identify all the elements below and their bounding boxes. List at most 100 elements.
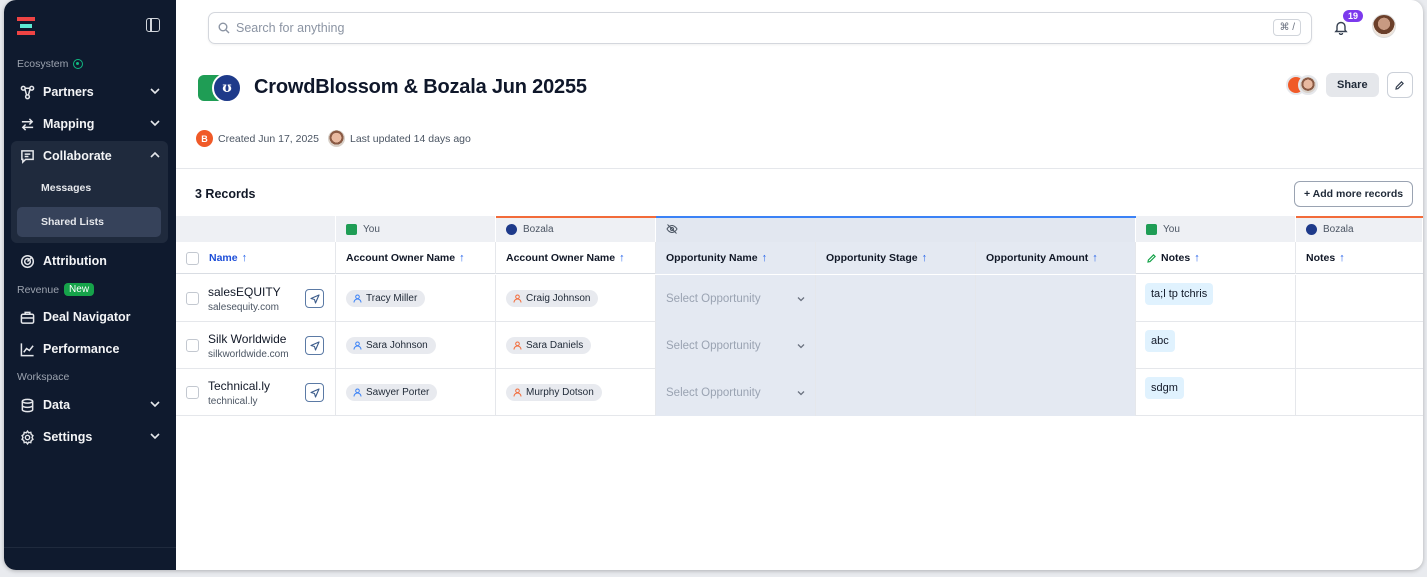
sidebar-item-label: Settings: [43, 430, 93, 444]
sidebar-item-shared-lists[interactable]: Shared Lists: [17, 207, 161, 237]
column-label: Account Owner Name: [506, 252, 616, 264]
column-header-opportunity-name[interactable]: Opportunity Name ↑: [656, 242, 816, 274]
notification-badge: 19: [1343, 10, 1364, 22]
opportunity-stage-cell[interactable]: [816, 322, 976, 369]
sort-arrow-icon[interactable]: ↑: [1092, 252, 1098, 264]
column-header-opportunity-amount[interactable]: Opportunity Amount ↑: [976, 242, 1136, 274]
sidebar-item-messages[interactable]: Messages: [17, 173, 161, 203]
sidebar-item-attribution[interactable]: Attribution: [11, 246, 167, 276]
opportunity-select[interactable]: Select Opportunity: [666, 387, 806, 399]
person-icon: [513, 388, 522, 397]
eye-off-icon[interactable]: [666, 223, 678, 235]
column-header-account-owner-bozala[interactable]: Account Owner Name ↑: [496, 242, 656, 274]
select-all-checkbox[interactable]: [186, 251, 199, 265]
chevron-down-icon: [150, 120, 160, 127]
attribution-icon: [19, 253, 35, 269]
opportunity-select[interactable]: Select Opportunity: [666, 293, 806, 305]
column-header-name[interactable]: Name ↑: [176, 242, 336, 274]
sidebar-item-partners[interactable]: Partners: [11, 77, 167, 107]
send-button[interactable]: [305, 336, 324, 355]
account-name[interactable]: Technical.ly: [208, 379, 270, 393]
table-row: Silk Worldwide silkworldwide.com Sara Jo…: [176, 322, 1423, 369]
search-bar[interactable]: Search for anything ⌘ /: [208, 12, 1312, 44]
send-icon: [309, 387, 320, 398]
sidebar-toggle-icon[interactable]: [146, 18, 160, 32]
notes-bozala-cell[interactable]: [1296, 369, 1423, 416]
opportunity-stage-cell[interactable]: [816, 275, 976, 322]
note-text[interactable]: ta;l tp tchris: [1145, 283, 1214, 305]
sidebar-item-settings[interactable]: Settings: [11, 422, 167, 452]
row-checkbox[interactable]: [186, 292, 199, 305]
collaborator-avatars: [1286, 75, 1318, 95]
column-header-notes-you[interactable]: Notes ↑: [1136, 242, 1296, 274]
owner-name: Sara Johnson: [366, 340, 428, 351]
page-title: CrowdBlossom & Bozala Jun 20255: [254, 76, 587, 98]
add-more-records-button[interactable]: + Add more records: [1294, 181, 1414, 207]
deal-navigator-icon: [19, 309, 35, 325]
opportunity-name-cell[interactable]: Select Opportunity: [656, 275, 816, 322]
data-icon: [19, 397, 35, 413]
opportunity-stage-cell[interactable]: [816, 369, 976, 416]
notes-bozala-cell[interactable]: [1296, 275, 1423, 322]
section-workspace-label: Workspace: [17, 371, 70, 383]
sidebar-item-performance[interactable]: Performance: [11, 334, 167, 364]
user-avatar[interactable]: [1372, 14, 1396, 38]
owner-pill[interactable]: Craig Johnson: [506, 290, 599, 307]
opportunity-amount-cell[interactable]: [976, 369, 1136, 416]
owner-pill[interactable]: Tracy Miller: [346, 290, 426, 307]
sort-arrow-icon[interactable]: ↑: [922, 252, 928, 264]
records-count: 3 Records: [195, 187, 256, 201]
edit-button[interactable]: [1386, 72, 1413, 98]
owner-pill[interactable]: Sawyer Porter: [346, 384, 438, 401]
column-label: Name: [209, 252, 238, 264]
notes-you-cell[interactable]: ta;l tp tchris: [1136, 275, 1296, 322]
send-button[interactable]: [305, 383, 324, 402]
column-header-opportunity-stage[interactable]: Opportunity Stage ↑: [816, 242, 976, 274]
sort-arrow-icon[interactable]: ↑: [1194, 252, 1200, 264]
opportunity-select[interactable]: Select Opportunity: [666, 340, 806, 352]
crowdblossom-logo-icon: [346, 223, 357, 235]
logo-icon[interactable]: [17, 17, 35, 35]
bozala-accent-line: [1296, 216, 1423, 218]
note-text[interactable]: abc: [1145, 330, 1175, 352]
sidebar-item-data[interactable]: Data: [11, 390, 167, 420]
opportunity-name-cell[interactable]: Select Opportunity: [656, 322, 816, 369]
account-name[interactable]: salesEQUITY: [208, 285, 281, 299]
sidebar-item-collaborate[interactable]: Collaborate: [11, 141, 167, 171]
send-icon: [309, 293, 320, 304]
notes-you-cell[interactable]: sdgm: [1136, 369, 1296, 416]
note-text[interactable]: sdgm: [1145, 377, 1184, 399]
opportunity-amount-cell[interactable]: [976, 322, 1136, 369]
share-button[interactable]: Share: [1326, 73, 1379, 97]
row-checkbox[interactable]: [186, 386, 199, 399]
pencil-icon: [1147, 253, 1156, 263]
account-name[interactable]: Silk Worldwide: [208, 332, 289, 346]
owner-pill[interactable]: Murphy Dotson: [506, 384, 602, 401]
owner-pill[interactable]: Sara Johnson: [346, 337, 436, 354]
row-checkbox[interactable]: [186, 339, 199, 352]
sort-arrow-icon[interactable]: ↑: [242, 252, 248, 264]
owner-pill[interactable]: Sara Daniels: [506, 337, 592, 354]
search-input[interactable]: Search for anything: [236, 21, 344, 35]
send-button[interactable]: [305, 289, 324, 308]
table-row: Technical.ly technical.ly Sawyer Porter …: [176, 369, 1423, 416]
column-header-account-owner-you[interactable]: Account Owner Name ↑: [336, 242, 496, 274]
opportunity-name-cell[interactable]: Select Opportunity: [656, 369, 816, 416]
sort-arrow-icon[interactable]: ↑: [1339, 252, 1345, 264]
opportunity-amount-cell[interactable]: [976, 275, 1136, 322]
select-placeholder: Select Opportunity: [666, 339, 761, 352]
group-empty: [176, 216, 336, 242]
sidebar-item-mapping[interactable]: Mapping: [11, 109, 167, 139]
sort-arrow-icon[interactable]: ↑: [619, 252, 625, 264]
notes-you-cell[interactable]: abc: [1136, 322, 1296, 369]
sort-arrow-icon[interactable]: ↑: [762, 252, 768, 264]
account-domain: technical.ly: [208, 395, 258, 407]
owner-name: Sawyer Porter: [366, 387, 430, 398]
sidebar-item-deal-navigator[interactable]: Deal Navigator: [11, 302, 167, 332]
column-header-notes-bozala[interactable]: Notes ↑: [1296, 242, 1423, 274]
bell-icon[interactable]: [1334, 20, 1348, 35]
sort-arrow-icon[interactable]: ↑: [459, 252, 465, 264]
notes-bozala-cell[interactable]: [1296, 322, 1423, 369]
bozala-logo-icon: [506, 223, 517, 235]
account-domain: salesequity.com: [208, 301, 279, 313]
